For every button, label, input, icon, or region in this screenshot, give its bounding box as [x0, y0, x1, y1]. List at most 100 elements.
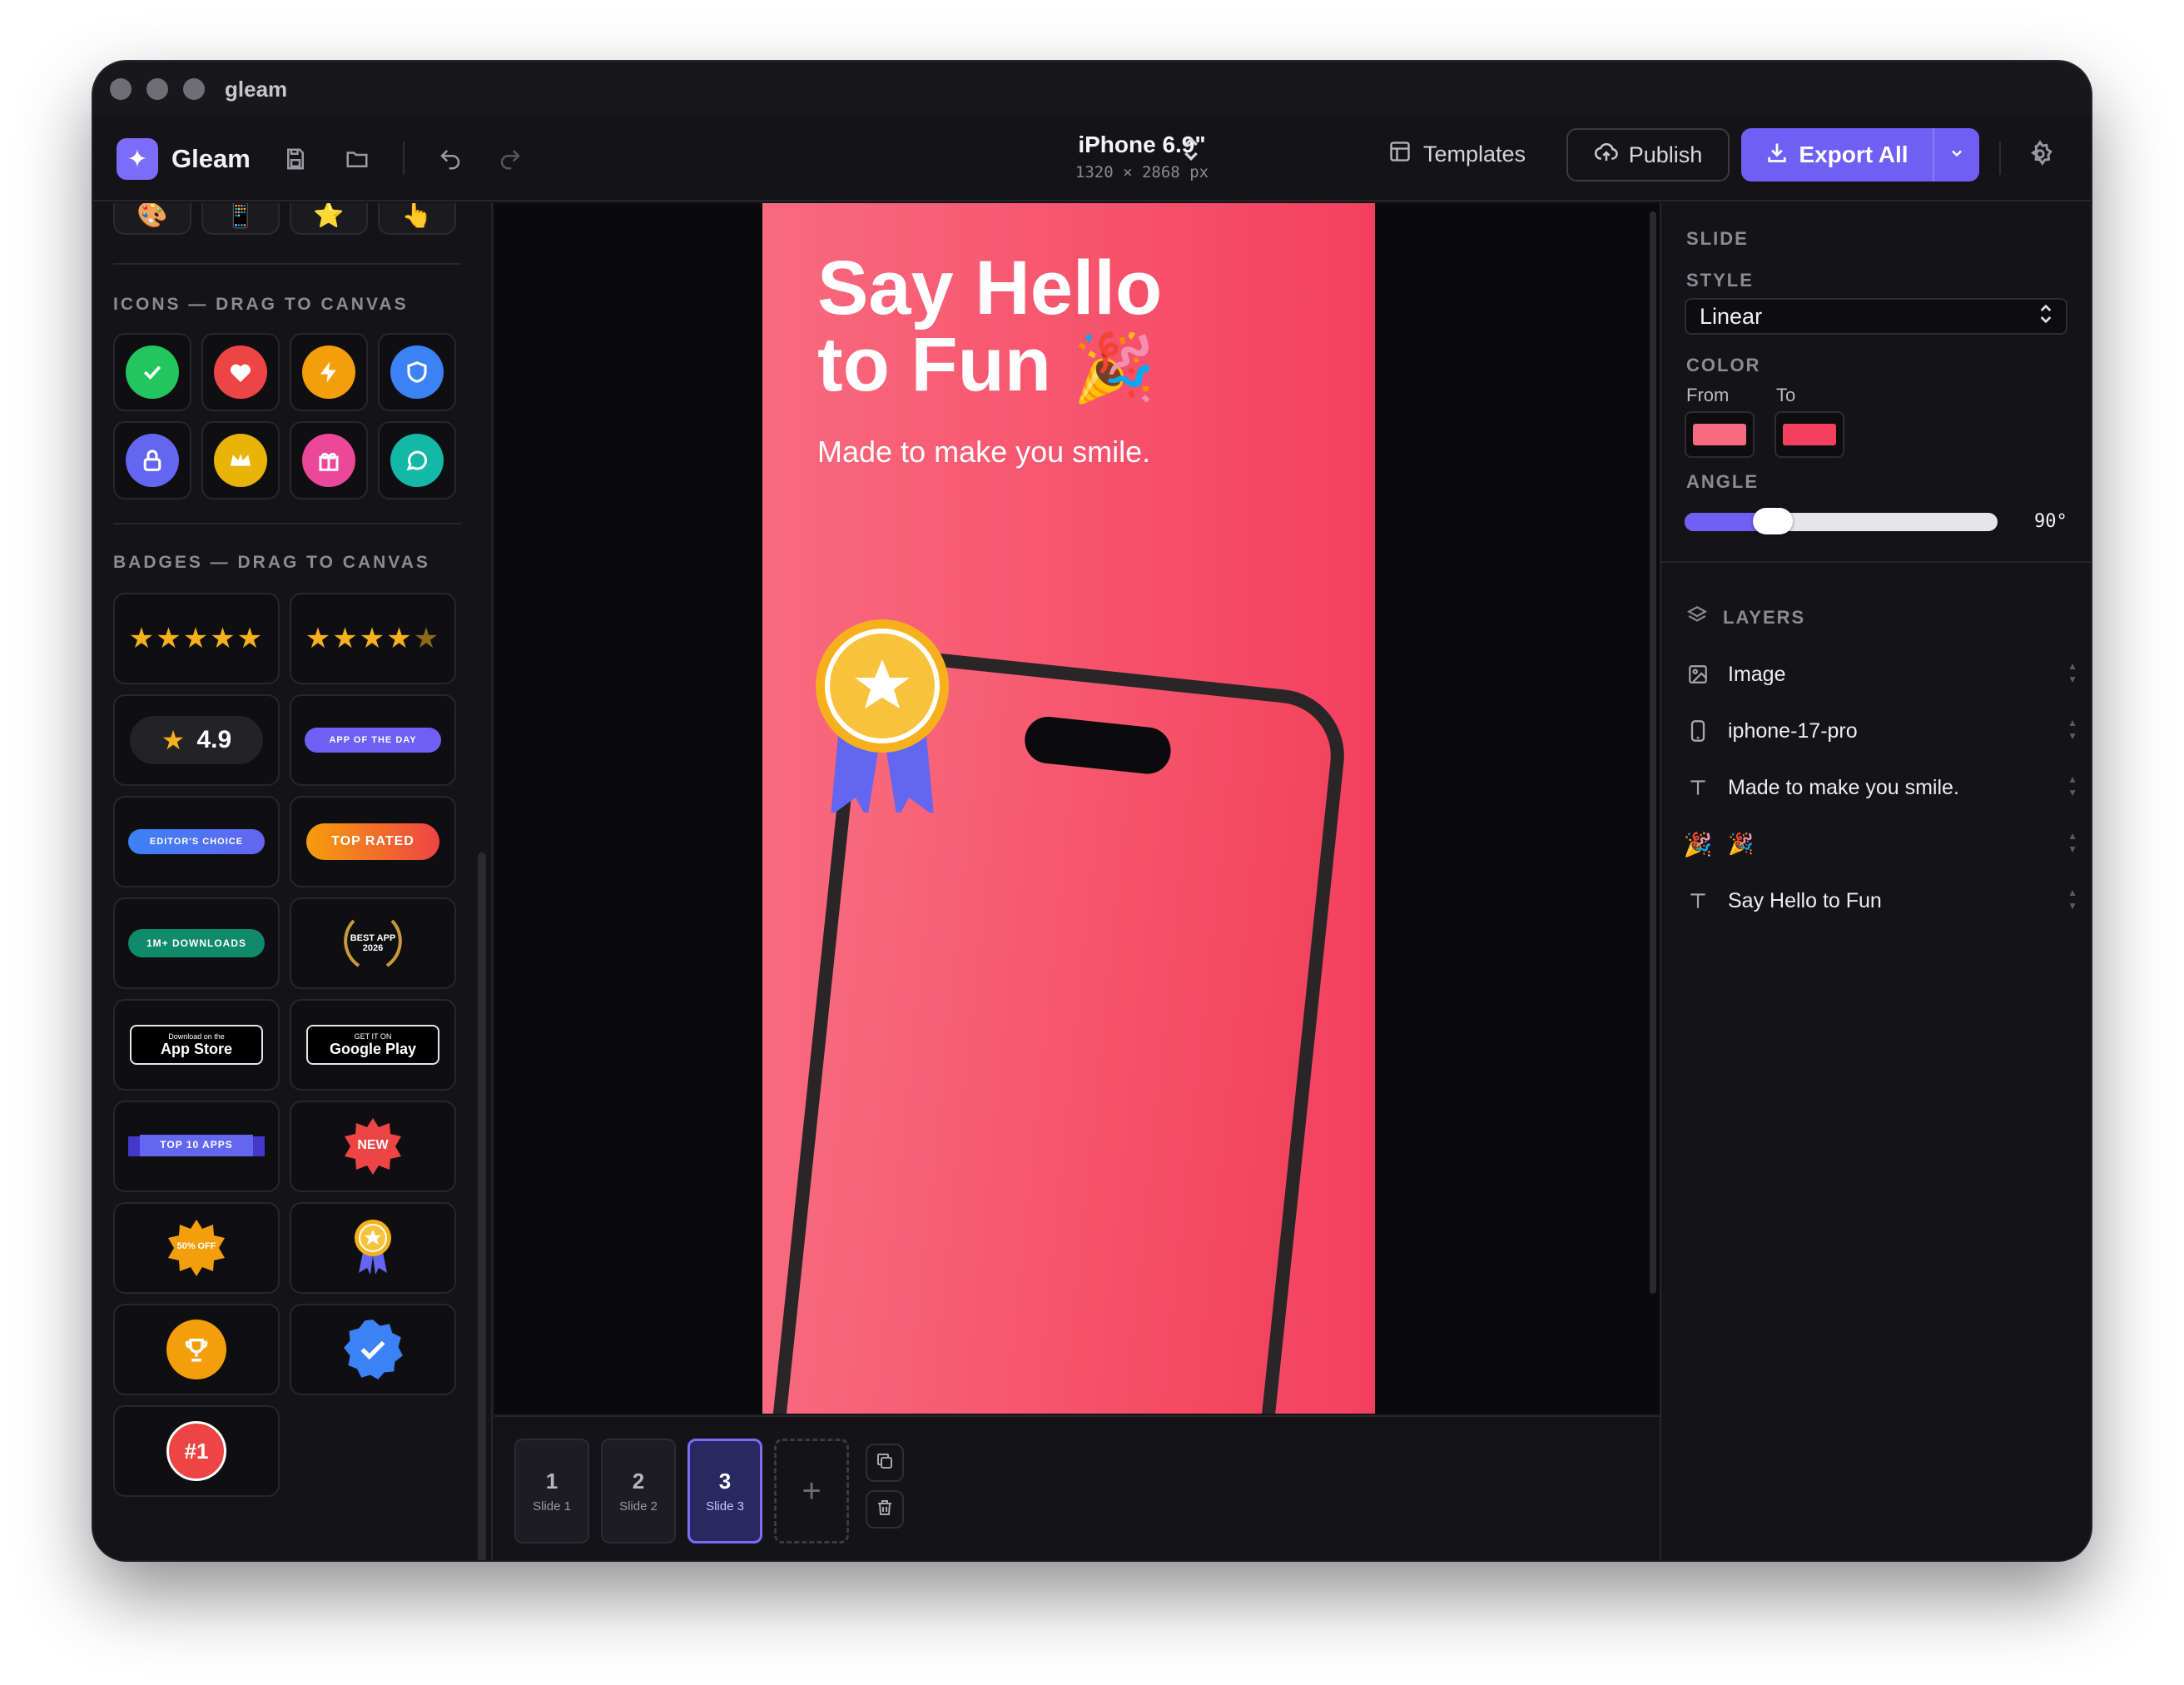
phone-icon	[1686, 719, 1710, 743]
folder-icon[interactable]	[341, 143, 373, 175]
slide-thumb-number: 1	[545, 1469, 558, 1494]
canvas-scrollbar[interactable]	[1650, 211, 1656, 1294]
zoom-window-button[interactable]	[183, 78, 205, 100]
badges-section-label: BADGES — DRAG TO CANVAS	[113, 553, 430, 572]
icon-tile-lock[interactable]	[113, 421, 191, 500]
badge-editors-choice[interactable]: EDITOR'S CHOICE	[113, 796, 280, 887]
slide-title[interactable]: Say Hello to Fun 🎉	[817, 250, 1162, 406]
toolbar: ✦ Gleam iPhone 6.9" 1320 × 2868 px Templ	[93, 117, 2091, 201]
icon-tile-crown[interactable]	[201, 421, 280, 500]
save-icon[interactable]	[280, 143, 311, 175]
templates-label: Templates	[1423, 142, 1526, 167]
sticker-tile[interactable]: 👆	[378, 203, 456, 235]
rating-value: 4.9	[196, 726, 232, 753]
badge-rank[interactable]: #1	[113, 1405, 280, 1497]
reorder-arrows-icon[interactable]: ▲ ▼	[2067, 659, 2077, 686]
badge-medal[interactable]	[290, 1202, 456, 1294]
sidebar-scrollbar[interactable]	[478, 852, 486, 1560]
duplicate-slide-button[interactable]	[866, 1444, 904, 1482]
slide-subtitle[interactable]: Made to make you smile.	[817, 435, 1150, 470]
lock-icon	[126, 434, 179, 487]
close-window-button[interactable]	[110, 78, 132, 100]
layer-name: iphone-17-pro	[1728, 718, 1858, 743]
minimize-window-button[interactable]	[146, 78, 168, 100]
pointer-emoji: 👆	[401, 203, 433, 229]
add-slide-button[interactable]: +	[774, 1439, 849, 1543]
angle-value: 90°	[2034, 511, 2067, 532]
badge-verified[interactable]	[290, 1304, 456, 1395]
rating-pill: ★ 4.9	[130, 716, 263, 764]
style-select[interactable]: Linear	[1685, 298, 2067, 335]
layer-row-title[interactable]: Say Hello to Fun ▲ ▼	[1686, 876, 2077, 926]
slide-thumb-3[interactable]: 3 Slide 3	[687, 1439, 762, 1543]
badge-discount[interactable]: 50% OFF	[113, 1202, 280, 1294]
layer-name: Image	[1728, 662, 1786, 686]
sticker-tile[interactable]: 🎨	[113, 203, 191, 235]
device-selector[interactable]: iPhone 6.9" 1320 × 2868 px	[1017, 132, 1267, 181]
reorder-arrows-icon[interactable]: ▲ ▼	[2067, 829, 2077, 856]
badge-new[interactable]: NEW	[290, 1101, 456, 1192]
icon-tile-check[interactable]	[113, 333, 191, 411]
delete-slide-button[interactable]	[866, 1490, 904, 1528]
layer-row-image[interactable]: Image ▲ ▼	[1686, 649, 2077, 699]
slide-thumb-2[interactable]: 2 Slide 2	[601, 1439, 676, 1543]
slide-canvas[interactable]: Say Hello to Fun 🎉 Made to make you smil…	[762, 203, 1375, 1414]
badge-top-rated[interactable]: TOP RATED	[290, 796, 456, 887]
export-options-button[interactable]	[1933, 128, 1979, 181]
layer-row-emoji[interactable]: 🎉 🎉 ▲ ▼	[1684, 819, 2077, 869]
export-all-label: Export All	[1799, 142, 1909, 167]
publish-label: Publish	[1628, 142, 1703, 167]
brand-name: Gleam	[171, 144, 251, 173]
reorder-arrows-icon[interactable]: ▲ ▼	[2067, 716, 2077, 743]
style-label: STYLE	[1686, 270, 1754, 291]
layer-row-phone[interactable]: iphone-17-pro ▲ ▼	[1686, 706, 2077, 756]
window-title: gleam	[225, 76, 288, 102]
dynamic-island	[1022, 714, 1174, 777]
toolbar-divider	[403, 142, 405, 175]
sticker-tile[interactable]: 📱	[201, 203, 280, 235]
badge-trophy[interactable]	[113, 1304, 280, 1395]
badge-top10[interactable]: TOP 10 APPS	[113, 1101, 280, 1192]
layers-label: LAYERS	[1723, 606, 1806, 628]
shield-icon	[390, 345, 444, 399]
medal-sticker-icon[interactable]	[814, 619, 951, 813]
icon-tile-bolt[interactable]	[290, 333, 368, 411]
reorder-arrows-icon[interactable]: ▲ ▼	[2067, 886, 2077, 912]
templates-button[interactable]: Templates	[1388, 140, 1526, 169]
sparkle-logo-icon: ✦	[117, 138, 158, 180]
redo-icon[interactable]	[494, 143, 526, 175]
badge-five-stars[interactable]: ★★★★★	[113, 593, 280, 684]
icon-tile-shield[interactable]	[378, 333, 456, 411]
sticker-tile[interactable]: ⭐	[290, 203, 368, 235]
layer-row-subtitle[interactable]: Made to make you smile. ▲ ▼	[1686, 763, 2077, 813]
badge-four-half-stars[interactable]: ★★★★★	[290, 593, 456, 684]
angle-slider-thumb[interactable]	[1753, 508, 1793, 534]
text-icon	[1686, 890, 1710, 912]
checkmark-icon	[126, 345, 179, 399]
reorder-arrows-icon[interactable]: ▲ ▼	[2067, 773, 2077, 799]
slide-thumb-1[interactable]: 1 Slide 1	[514, 1439, 589, 1543]
canvas-area[interactable]: Say Hello to Fun 🎉 Made to make you smil…	[494, 203, 1660, 1414]
undo-icon[interactable]	[434, 143, 466, 175]
phone-emoji: 📱	[225, 203, 256, 229]
badge-app-store[interactable]: Download on the App Store	[113, 999, 280, 1091]
icon-tile-heart[interactable]	[201, 333, 280, 411]
app-store-button: Download on the App Store	[130, 1025, 263, 1065]
publish-button[interactable]: Publish	[1566, 128, 1730, 181]
badge-downloads[interactable]: 1M+ DOWNLOADS	[113, 897, 280, 989]
angle-slider-track[interactable]	[1685, 513, 1998, 531]
chevron-updown-icon[interactable]	[1182, 137, 1200, 166]
badge-rating[interactable]: ★ 4.9	[113, 694, 280, 786]
gear-icon[interactable]	[2026, 140, 2054, 172]
badge-google-play[interactable]: GET IT ON Google Play	[290, 999, 456, 1091]
gift-icon	[302, 434, 355, 487]
from-color-swatch[interactable]	[1685, 411, 1755, 458]
icon-tile-gift[interactable]	[290, 421, 368, 500]
party-popper-emoji: 🎉	[1072, 331, 1156, 405]
badge-app-of-day[interactable]: APP OF THE DAY	[290, 694, 456, 786]
icon-tile-chat[interactable]	[378, 421, 456, 500]
slide-thumb-label: Slide 1	[533, 1499, 571, 1514]
to-color-swatch[interactable]	[1774, 411, 1844, 458]
badge-best-app[interactable]: BEST APP 2026	[290, 897, 456, 989]
export-all-button[interactable]: Export All	[1741, 141, 1933, 170]
